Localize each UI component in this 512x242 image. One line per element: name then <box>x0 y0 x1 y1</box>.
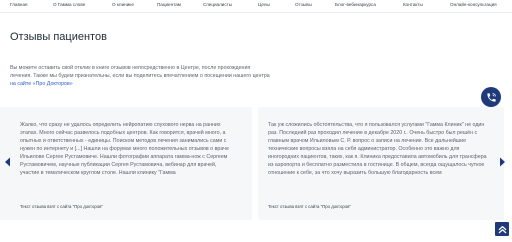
nav-item-reviews[interactable]: Отзывы <box>295 2 312 7</box>
pro-doctors-link[interactable]: на сайте «Про Докторов» <box>10 81 73 87</box>
chevron-left-icon <box>4 157 10 167</box>
scroll-to-top-button[interactable] <box>495 222 509 236</box>
nav-divider <box>0 12 512 13</box>
nav-item-about-clinic[interactable]: О клинике <box>112 2 134 7</box>
nav-item-specialists[interactable]: Специалисты <box>203 2 232 7</box>
review-text: Так уж сложились обстоятельства, что я п… <box>268 122 487 176</box>
double-chevron-up-icon <box>498 225 506 233</box>
call-button[interactable] <box>481 87 501 107</box>
review-card-1: Жалко, что сразу не удалось определить н… <box>0 107 252 220</box>
review-text: Жалко, что сразу не удалось определить н… <box>20 122 229 176</box>
nav-item-about-gamma[interactable]: О Гамма слове <box>53 2 85 7</box>
carousel-next-button[interactable] <box>497 155 507 169</box>
review-source: Текст отзыва взят с сайта "Про докторов" <box>20 204 103 209</box>
review-source: Текст отзыва взят с сайта "Про докторов" <box>268 204 351 209</box>
intro-text: Вы можете оставить свой отклик в книге о… <box>10 65 270 79</box>
top-navigation: Главная О Гамма слове О клинике Пациента… <box>0 0 512 12</box>
nav-item-prices[interactable]: Цены <box>258 2 270 7</box>
nav-item-patients[interactable]: Пациентам <box>157 2 181 7</box>
chevron-right-icon <box>499 157 505 167</box>
intro-paragraph: Вы можете оставить свой отклик в книге о… <box>10 64 272 88</box>
nav-item-home[interactable]: Главная <box>10 2 27 7</box>
carousel-prev-button[interactable] <box>2 155 12 169</box>
nav-item-online-consultation[interactable]: Онлайн-консультация <box>450 2 497 7</box>
page-title: Отзывы пациентов <box>10 31 107 43</box>
phone-icon <box>486 92 496 102</box>
nav-item-blog[interactable]: Блог-вебинаркурса <box>335 2 376 7</box>
nav-item-contacts[interactable]: Контакты <box>403 2 423 7</box>
review-card-2: Так уж сложились обстоятельства, что я п… <box>258 107 504 220</box>
